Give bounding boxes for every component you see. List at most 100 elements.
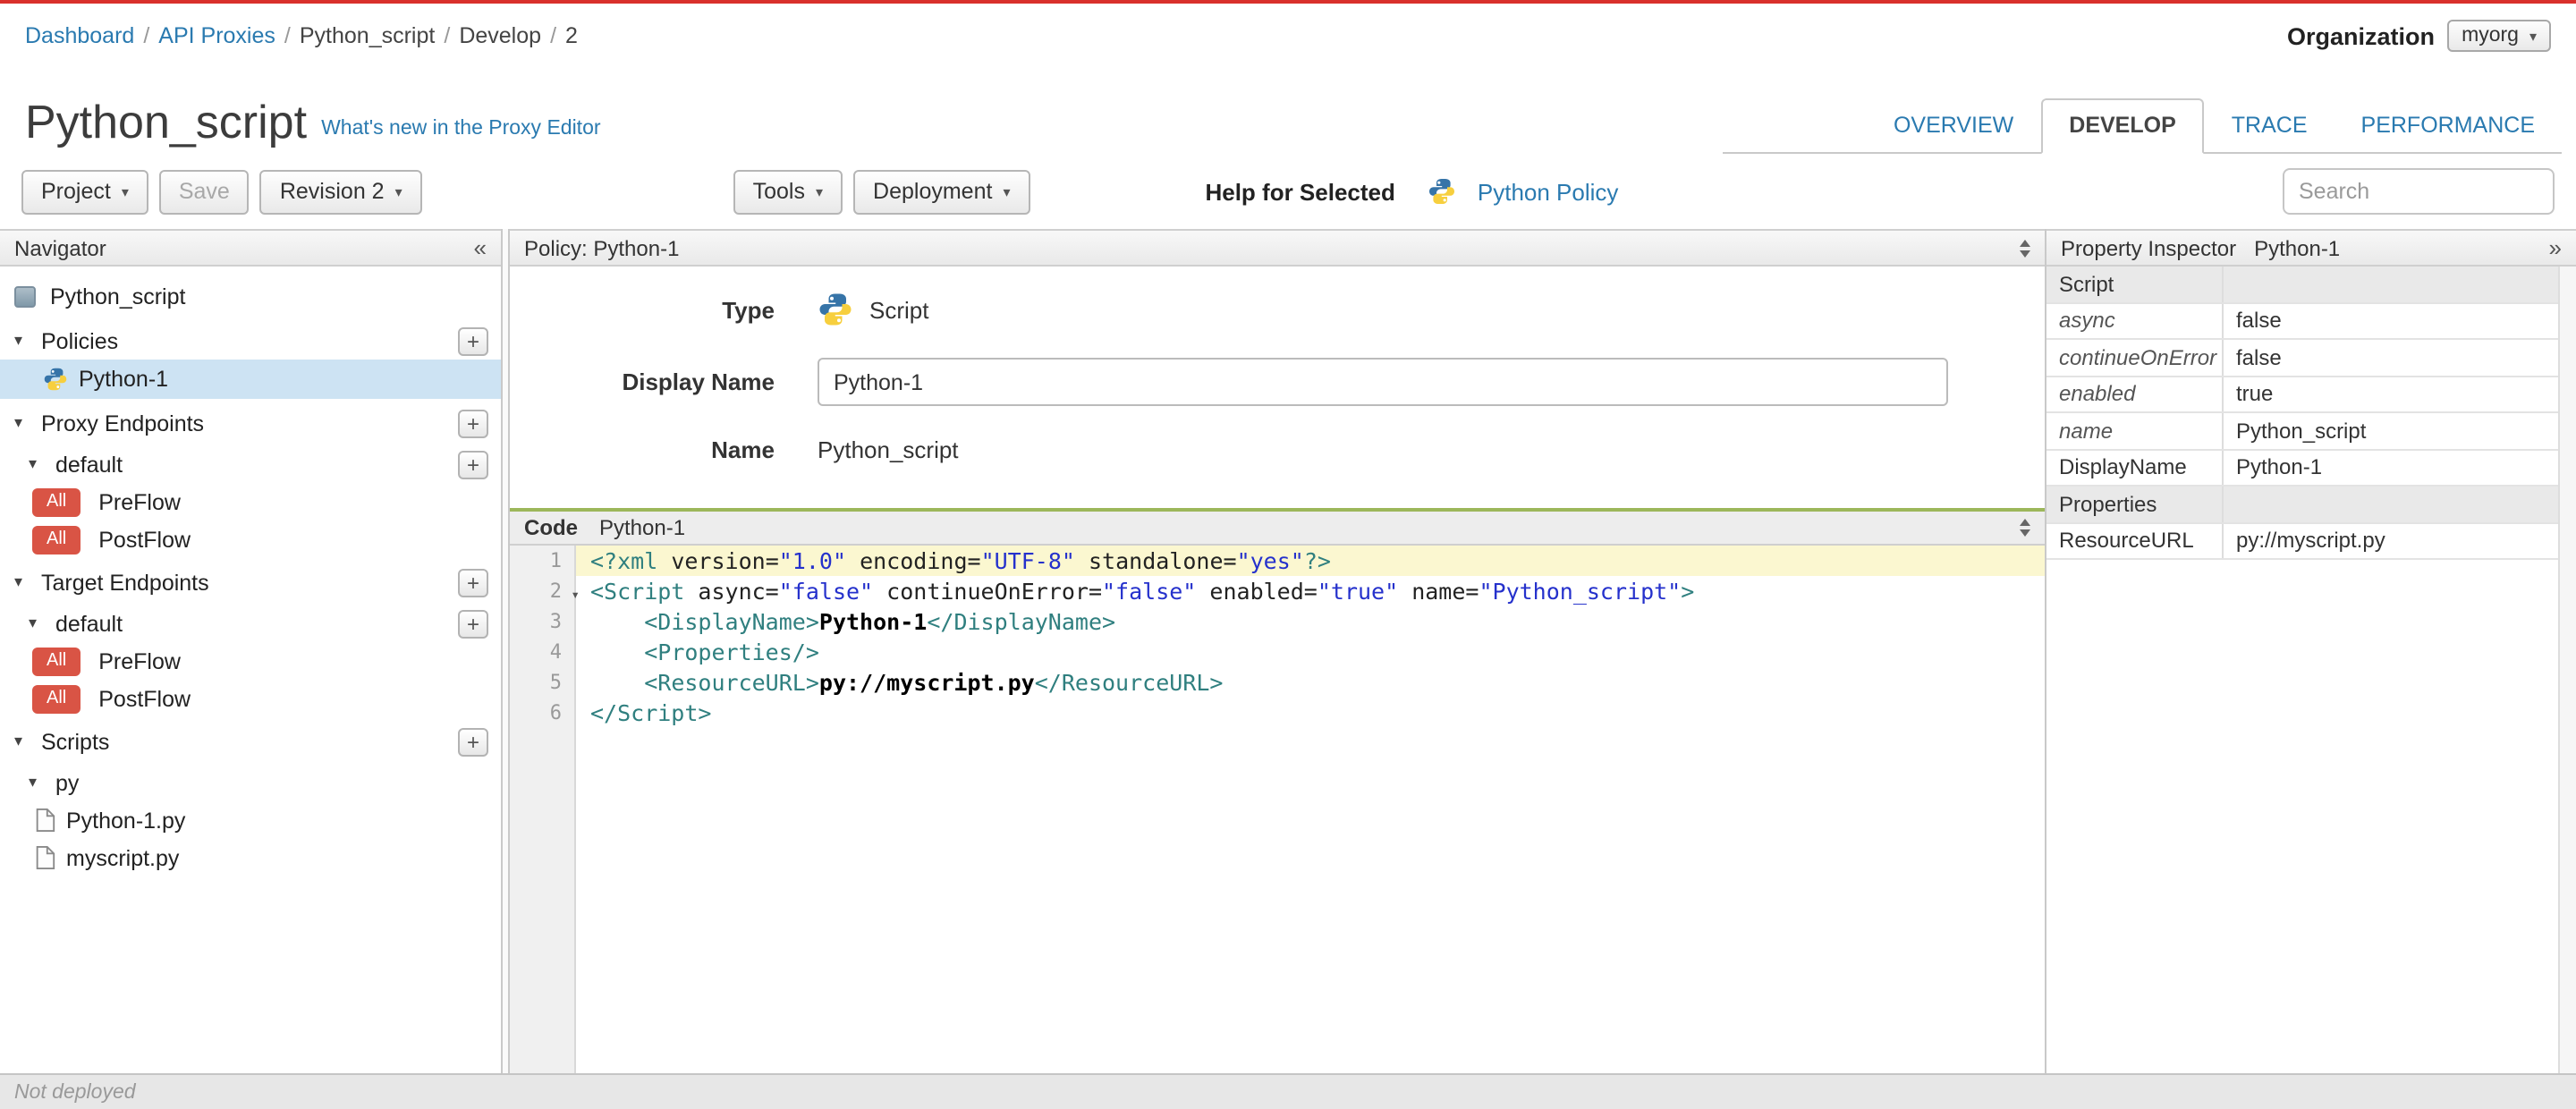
tree-item-py[interactable]: ▾ py [0,764,501,801]
line-number[interactable]: 1 [510,546,576,576]
tree-item-scripts[interactable]: ▾ Scripts + [0,723,501,760]
code-line[interactable]: 1 <?xml version="1.0" encoding="UTF-8" st… [510,546,2045,576]
status-bar: Not deployed [0,1073,2576,1109]
line-number[interactable]: 5 [510,667,576,698]
code-fold-icon[interactable]: ▾ [571,580,580,610]
code-line-text[interactable]: <ResourceURL>py://myscript.py</ResourceU… [576,667,2045,698]
tree-item-python-1[interactable]: Python-1 [0,360,501,399]
code-token: <ResourceURL> [644,669,819,696]
tab-performance[interactable]: PERFORMANCE [2334,100,2562,152]
code-line-text[interactable]: <Script async="false" continueOnError="f… [576,576,2045,606]
code-line-text[interactable]: <DisplayName>Python-1</DisplayName> [576,606,2045,637]
code-tab-label: Code [524,515,578,540]
code-line-text[interactable]: </Script> [576,698,2045,728]
tree-item-preflow[interactable]: All PreFlow [0,642,501,680]
panel-splitter[interactable] [501,229,510,1073]
organization-dropdown[interactable]: myorg ▾ [2447,20,2551,52]
breadcrumb-separator: / [284,23,291,48]
code-token: ?> [1303,547,1331,574]
code-line[interactable]: 6 </Script> [510,698,2045,728]
add-button[interactable]: + [458,450,488,478]
code-editor[interactable]: 1 <?xml version="1.0" encoding="UTF-8" st… [510,546,2045,1073]
python-policy-link[interactable]: Python Policy [1478,178,1619,205]
collapse-inspector-icon[interactable]: » [2549,236,2562,259]
add-button[interactable]: + [458,326,488,355]
add-button[interactable]: + [458,409,488,437]
code-panel-header: Code Python-1 [510,508,2045,546]
add-button[interactable]: + [458,609,488,638]
line-number[interactable]: 4 [510,637,576,667]
toolbar: Project ▾ Save Revision 2 ▾ Tools ▾ Depl… [0,154,2576,229]
navigator-panel: Navigator « Python_script ▾ Policies + Pytho… [0,229,501,1073]
code-line[interactable]: 2 ▾ <Script async="false" continueOnError=… [510,576,2045,606]
expander-icon[interactable]: ▾ [14,732,32,751]
save-button[interactable]: Save [158,169,250,214]
add-button[interactable]: + [458,727,488,756]
expander-icon[interactable]: ▾ [29,614,47,633]
expander-icon[interactable]: ▾ [29,454,47,474]
search-input[interactable] [2283,168,2555,215]
tree-item-label: myscript.py [66,845,180,870]
breadcrumb-item[interactable]: API Proxies [158,23,275,48]
tree-item-python-1-py[interactable]: Python-1.py [0,801,501,839]
page-title: Python_script [25,95,308,148]
code-line[interactable]: 5 <ResourceURL>py://myscript.py</Resourc… [510,667,2045,698]
line-number[interactable]: 6 [510,698,576,728]
tree-item-default[interactable]: ▾ default + [0,605,501,642]
breadcrumb-item[interactable]: Dashboard [25,23,134,48]
tree-item-default[interactable]: ▾ default + [0,445,501,483]
collapse-expand-icon[interactable] [2020,519,2030,537]
tree-item-label: default [55,611,123,636]
property-name: continueOnError [2046,340,2224,375]
tree-item-postflow[interactable]: All PostFlow [0,521,501,558]
expander-icon[interactable]: ▾ [29,773,47,792]
inspector-collapse-rail[interactable] [2558,267,2576,1073]
tree-item-proxy-endpoints[interactable]: ▾ Proxy Endpoints + [0,404,501,442]
revision-button[interactable]: Revision 2 ▾ [259,169,422,214]
project-button[interactable]: Project ▾ [21,169,148,214]
tools-button[interactable]: Tools ▾ [733,169,843,214]
code-line[interactable]: 4 <Properties/> [510,637,2045,667]
tree-item-label: PreFlow [98,489,181,514]
tree-item-target-endpoints[interactable]: ▾ Target Endpoints + [0,563,501,601]
line-number[interactable]: 2 ▾ [510,576,580,606]
expander-icon[interactable]: ▾ [14,331,32,351]
code-token: > [1681,578,1695,605]
code-token: "UTF-8" [980,547,1075,574]
code-policy-title: Python-1 [599,515,686,540]
code-line[interactable]: 3 <DisplayName>Python-1</DisplayName> [510,606,2045,637]
expander-icon[interactable]: ▾ [14,413,32,433]
tree-item-preflow[interactable]: All PreFlow [0,483,501,521]
collapse-expand-icon[interactable] [2020,239,2030,257]
property-inspector-panel: Property Inspector Python-1 » Script asyn… [2045,229,2576,1073]
property-name: enabled [2046,377,2224,411]
tree-item-label: Policies [41,328,119,353]
line-number[interactable]: 3 [510,606,576,637]
property-name: Script [2046,267,2224,301]
property-inspector-title: Property Inspector [2061,235,2237,260]
whats-new-link[interactable]: What's new in the Proxy Editor [321,118,600,154]
code-token: Python-1 [818,608,928,635]
tab-trace[interactable]: TRACE [2205,100,2334,152]
deployment-button[interactable]: Deployment ▾ [853,169,1030,214]
tree-item-python-script[interactable]: Python_script [0,275,501,317]
tree-item-policies[interactable]: ▾ Policies + [0,322,501,360]
property-row-enabled: enabled true [2046,377,2558,413]
collapse-navigator-icon[interactable]: « [474,236,487,259]
code-line-text[interactable]: <Properties/> [576,637,2045,667]
tree-item-myscript-py[interactable]: myscript.py [0,839,501,876]
expander-icon[interactable]: ▾ [14,572,32,592]
tab-overview[interactable]: OVERVIEW [1867,100,2040,152]
file-icon [34,808,55,832]
display-name-input[interactable] [818,358,1948,406]
code-line-text[interactable]: <?xml version="1.0" encoding="UTF-8" sta… [576,546,2045,576]
code-token: "true" [1317,578,1399,605]
add-button[interactable]: + [458,568,488,597]
project-button-label: Project [41,179,111,204]
tree-item-postflow[interactable]: All PostFlow [0,680,501,717]
property-row-properties: Properties [2046,487,2558,523]
code-token: version= [657,547,779,574]
breadcrumb-item: 2 [565,23,578,48]
tab-develop[interactable]: DEVELOP [2040,98,2205,154]
